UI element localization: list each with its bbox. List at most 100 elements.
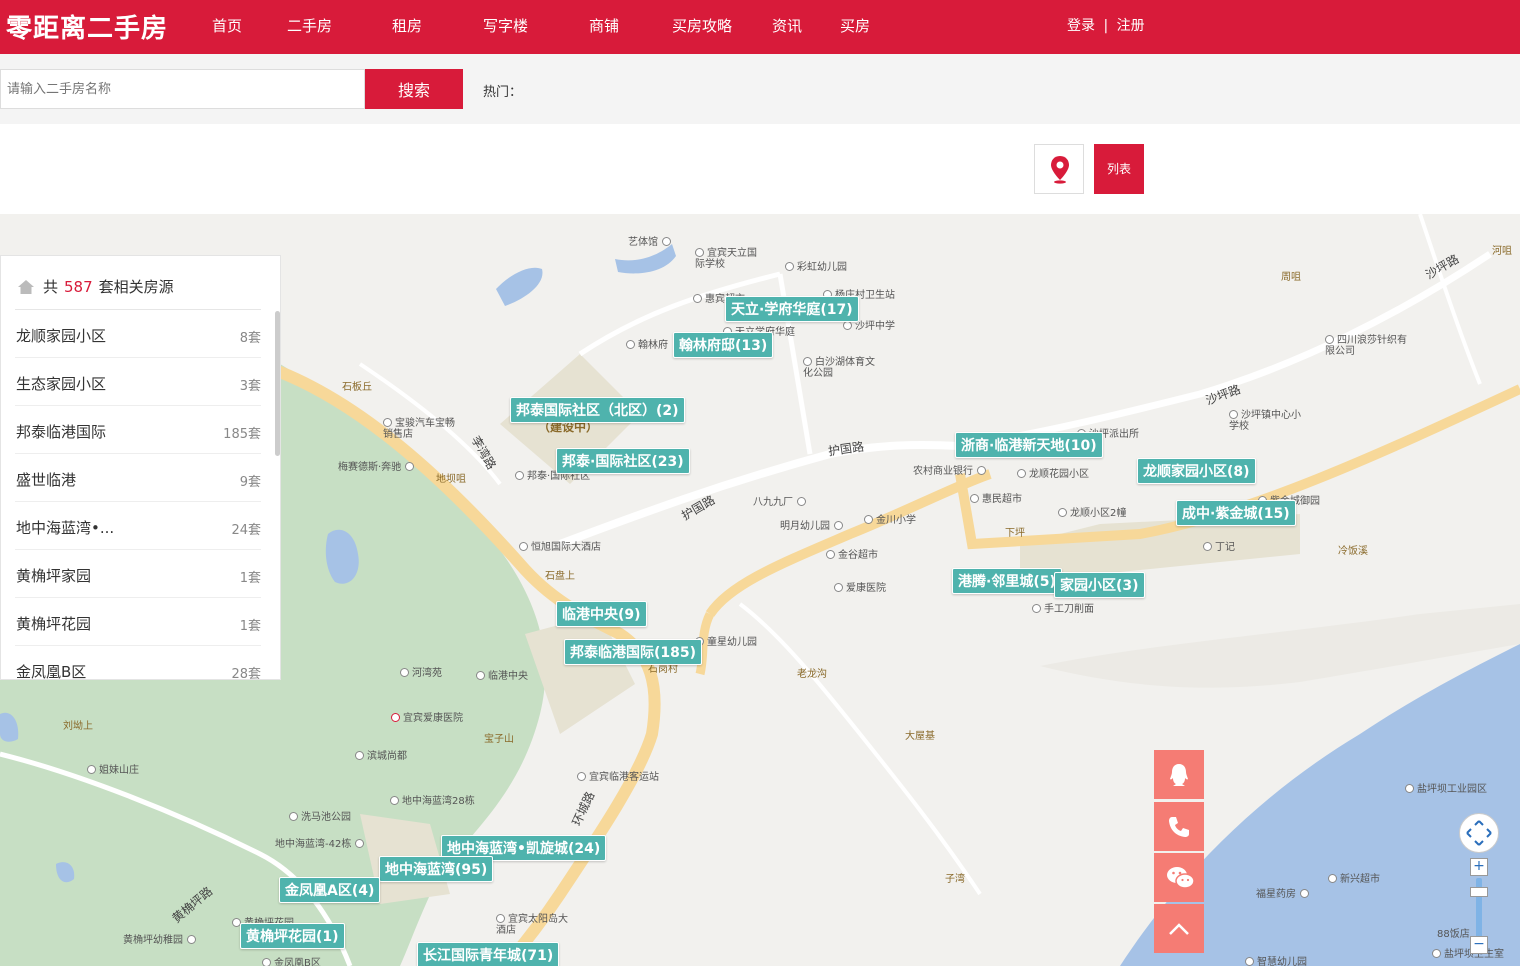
poi[interactable]: 农村商业银行 <box>913 462 989 477</box>
poi[interactable]: 惠民超市 <box>970 490 1022 505</box>
poi[interactable]: 盐坪坝卫生室 <box>1432 945 1504 960</box>
listing-marker[interactable]: 临港中央(9) <box>556 601 647 627</box>
poi[interactable]: 盐坪坝工业园区 <box>1405 780 1487 795</box>
poi[interactable]: 宜宾太阳岛大酒店 <box>496 914 576 936</box>
list-item[interactable]: 地中海蓝湾•... 24套 <box>1 502 276 550</box>
zoom-in-button[interactable]: + <box>1470 858 1488 876</box>
top-nav-bar: 零距离二手房 首页 二手房 租房 写字楼 商铺 买房攻略 资讯 买房 登录 | … <box>0 0 1520 54</box>
poi-marker-icon <box>262 958 271 966</box>
poi[interactable]: 宜宾临港客运站 <box>577 768 659 783</box>
poi-marker-icon <box>785 262 794 271</box>
place-label: 子湾 <box>945 874 965 885</box>
poi-label: 新兴超市 <box>1340 874 1380 885</box>
poi[interactable]: 宝骏汽车宝畅销售店 <box>383 418 463 440</box>
poi-label: 沙坪镇中心小学校 <box>1229 410 1301 432</box>
poi[interactable]: 四川浪莎针织有限公司 <box>1325 335 1415 357</box>
listing-marker[interactable]: 家园小区(3) <box>1054 572 1145 598</box>
poi[interactable]: 恒旭国际大酒店 <box>519 538 601 553</box>
poi[interactable]: 地中海蓝湾28栋 <box>390 792 475 807</box>
listing-marker[interactable]: 黄桷坪花园(1) <box>240 923 345 949</box>
search-input[interactable] <box>0 69 365 109</box>
nav-home[interactable]: 首页 <box>212 15 242 36</box>
wechat-button[interactable] <box>1154 853 1204 902</box>
poi[interactable]: 手工刀削面 <box>1032 600 1094 615</box>
poi[interactable]: 滨城尚都 <box>355 747 407 762</box>
poi[interactable]: 金凤凰B区 <box>262 954 321 966</box>
poi[interactable]: 艺体馆 <box>628 233 674 248</box>
panel-scrollbar[interactable] <box>275 311 280 456</box>
poi-marker-icon <box>289 812 298 821</box>
nav-office[interactable]: 写字楼 <box>483 15 528 36</box>
poi[interactable]: 翰林府 <box>626 336 668 351</box>
list-item[interactable]: 龙顺家园小区 8套 <box>1 310 276 358</box>
poi[interactable]: 宜宾爱康医院 <box>391 709 463 724</box>
community-name: 龙顺家园小区 <box>16 327 107 345</box>
poi[interactable]: 白沙湖体育文化公园 <box>803 357 883 379</box>
poi[interactable]: 爱康医院 <box>834 579 886 594</box>
poi[interactable]: 沙坪镇中心小学校 <box>1229 410 1309 432</box>
list-item[interactable]: 黄桷坪家园 1套 <box>1 550 276 598</box>
login-link[interactable]: 登录 <box>1067 18 1095 34</box>
poi[interactable]: 梅赛德斯·奔驰 <box>338 458 417 473</box>
poi[interactable]: 金川小学 <box>864 511 916 526</box>
map-pan-control[interactable] <box>1459 813 1499 853</box>
zoom-out-button[interactable]: − <box>1470 936 1488 954</box>
poi[interactable]: 八九九厂 <box>753 493 809 508</box>
listing-count: 3套 <box>239 379 261 394</box>
nav-second-hand[interactable]: 二手房 <box>287 15 332 36</box>
nav-shop[interactable]: 商铺 <box>589 15 619 36</box>
phone-button[interactable] <box>1154 802 1204 851</box>
listing-marker[interactable]: 天立·学府华庭(17) <box>725 296 859 322</box>
poi[interactable]: 姐妹山庄 <box>87 761 139 776</box>
nav-news[interactable]: 资讯 <box>772 15 802 36</box>
qq-button[interactable] <box>1154 750 1204 799</box>
listing-count: 28套 <box>231 667 261 680</box>
list-item[interactable]: 邦泰临港国际 185套 <box>1 406 276 454</box>
poi[interactable]: 地中海蓝湾-42栋 <box>275 835 367 850</box>
poi[interactable]: 河湾苑 <box>400 664 442 679</box>
poi[interactable]: 智慧幼儿园 <box>1245 953 1307 966</box>
listing-marker[interactable]: 金凤凰A区(4) <box>279 877 381 903</box>
listing-marker[interactable]: 成中·紫金城(15) <box>1176 500 1296 526</box>
poi[interactable]: 88饭店 <box>1437 925 1470 940</box>
poi[interactable]: 宜宾天立国际学校 <box>695 248 765 270</box>
poi[interactable]: 临港中央 <box>476 667 528 682</box>
poi[interactable]: 龙顺花园小区 <box>1017 465 1089 480</box>
poi[interactable]: 洗马池公园 <box>289 808 351 823</box>
poi[interactable]: 童星幼儿园 <box>695 633 757 648</box>
poi[interactable]: 金谷超市 <box>826 546 878 561</box>
list-item[interactable]: 金凤凰B区 28套 <box>1 646 276 680</box>
zoom-slider-thumb[interactable] <box>1470 887 1488 897</box>
list-item[interactable]: 生态家园小区 3套 <box>1 358 276 406</box>
poi[interactable]: 丁记 <box>1203 538 1235 553</box>
listing-count: 185套 <box>223 427 261 442</box>
nav-guide[interactable]: 买房攻略 <box>672 15 732 36</box>
listing-marker[interactable]: 翰林府邸(13) <box>673 332 774 358</box>
map-view-button[interactable] <box>1034 144 1084 194</box>
poi-marker-icon <box>1203 542 1212 551</box>
search-button[interactable]: 搜索 <box>365 69 463 109</box>
listing-marker[interactable]: 地中海蓝湾(95) <box>379 856 494 882</box>
site-logo[interactable]: 零距离二手房 <box>6 8 168 45</box>
poi-marker-icon <box>390 796 399 805</box>
poi[interactable]: 福星药房 <box>1256 885 1312 900</box>
poi[interactable]: 彩虹幼儿园 <box>785 258 847 273</box>
list-item[interactable]: 盛世临港 9套 <box>1 454 276 502</box>
poi[interactable]: 黄桷坪幼稚园 <box>123 931 199 946</box>
poi[interactable]: 新兴超市 <box>1328 870 1380 885</box>
nav-buy[interactable]: 买房 <box>840 15 870 36</box>
listing-marker[interactable]: 长江国际青年城(71) <box>417 942 560 966</box>
list-item[interactable]: 黄桷坪花园 1套 <box>1 598 276 646</box>
back-to-top-button[interactable] <box>1154 904 1204 953</box>
listing-marker[interactable]: 浙商·临港新天地(10) <box>955 432 1103 458</box>
listing-marker[interactable]: 邦泰国际社区（北区）(2) <box>510 397 685 423</box>
listing-marker[interactable]: 龙顺家园小区(8) <box>1137 458 1256 484</box>
register-link[interactable]: 注册 <box>1117 18 1145 34</box>
listing-marker[interactable]: 邦泰临港国际(185) <box>564 639 703 665</box>
list-view-button[interactable]: 列表 <box>1094 144 1144 194</box>
listing-marker[interactable]: 港腾·邻里城(5) <box>952 568 1062 594</box>
listing-marker[interactable]: 邦泰·国际社区(23) <box>556 448 690 474</box>
poi[interactable]: 龙顺小区2幢 <box>1058 504 1126 519</box>
poi[interactable]: 明月幼儿园 <box>780 517 846 532</box>
nav-rent[interactable]: 租房 <box>392 15 422 36</box>
